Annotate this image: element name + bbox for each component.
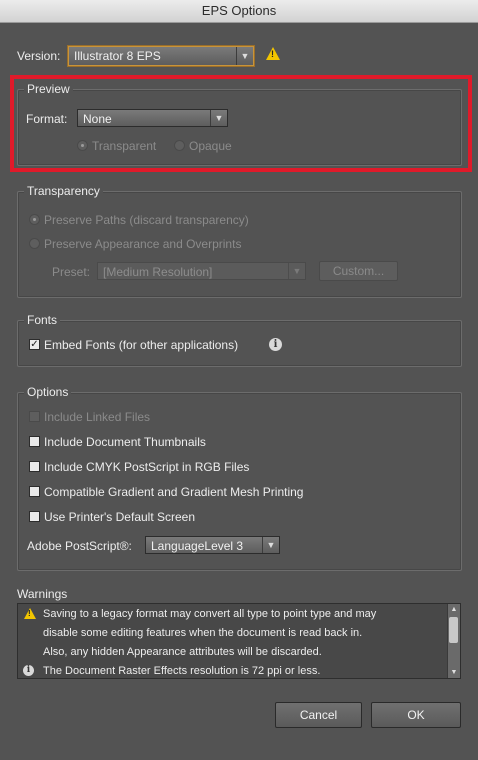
warning-icon: ! [266,47,280,60]
include-thumbnails-label: Include Document Thumbnails [44,435,206,449]
version-dropdown[interactable]: Illustrator 8 EPS ▼ [68,46,254,66]
warning-icon: ! [24,608,36,619]
options-group-title: Options [24,385,72,399]
embed-fonts-checkbox[interactable]: ✓ [29,339,40,350]
fonts-group-title: Fonts [24,313,61,327]
custom-button[interactable]: Custom... [319,261,398,281]
scroll-down-icon[interactable]: ▼ [448,667,460,678]
info-icon[interactable]: i [269,338,282,351]
preset-dropdown[interactable]: [Medium Resolution] ▼ [97,262,306,280]
version-label: Version: [17,49,61,63]
chevron-down-icon: ▼ [288,263,305,279]
cancel-button[interactable]: Cancel [275,702,362,728]
include-thumbnails-checkbox[interactable] [29,436,40,447]
preserve-paths-label: Preserve Paths (discard transparency) [44,213,249,227]
scroll-thumb[interactable] [449,617,458,643]
ok-button[interactable]: OK [371,702,461,728]
warnings-scrollbar[interactable]: ▲ ▼ [447,604,460,678]
warning-line-3: Also, any hidden Appearance attributes w… [43,646,322,658]
chevron-down-icon: ▼ [262,537,279,553]
printer-screen-label: Use Printer's Default Screen [44,510,196,524]
chevron-down-icon: ▼ [236,47,253,65]
info-icon: i [23,665,34,676]
preserve-appearance-radio[interactable] [29,238,40,249]
postscript-label: Adobe PostScript®: [27,539,132,553]
version-value: Illustrator 8 EPS [74,49,161,63]
compatible-gradient-label: Compatible Gradient and Gradient Mesh Pr… [44,485,304,499]
include-linked-label: Include Linked Files [44,410,151,424]
window-title: EPS Options [201,3,277,18]
warning-line-2: disable some editing features when the d… [43,627,363,639]
window-title-bar: EPS Options [0,0,478,23]
preview-highlight-frame [10,75,472,172]
preserve-paths-radio[interactable] [29,214,40,225]
preset-label: Preset: [52,265,91,279]
include-cmyk-checkbox[interactable] [29,461,40,472]
transparency-group-title: Transparency [24,184,103,198]
warnings-title: Warnings [17,587,68,601]
embed-fonts-label: Embed Fonts (for other applications) [44,338,239,352]
printer-screen-checkbox[interactable] [29,511,40,522]
compatible-gradient-checkbox[interactable] [29,486,40,497]
postscript-dropdown[interactable]: LanguageLevel 3 ▼ [145,536,280,554]
preserve-appearance-label: Preserve Appearance and Overprints [44,237,242,251]
warning-line-1: Saving to a legacy format may convert al… [43,608,377,620]
include-cmyk-label: Include CMYK PostScript in RGB Files [44,460,250,474]
postscript-value: LanguageLevel 3 [151,539,244,553]
include-linked-checkbox[interactable] [29,411,40,422]
preset-value: [Medium Resolution] [103,265,213,279]
scroll-up-icon[interactable]: ▲ [448,604,460,615]
warning-line-4: The Document Raster Effects resolution i… [43,665,321,677]
warnings-box[interactable]: ! Saving to a legacy format may convert … [17,603,461,679]
